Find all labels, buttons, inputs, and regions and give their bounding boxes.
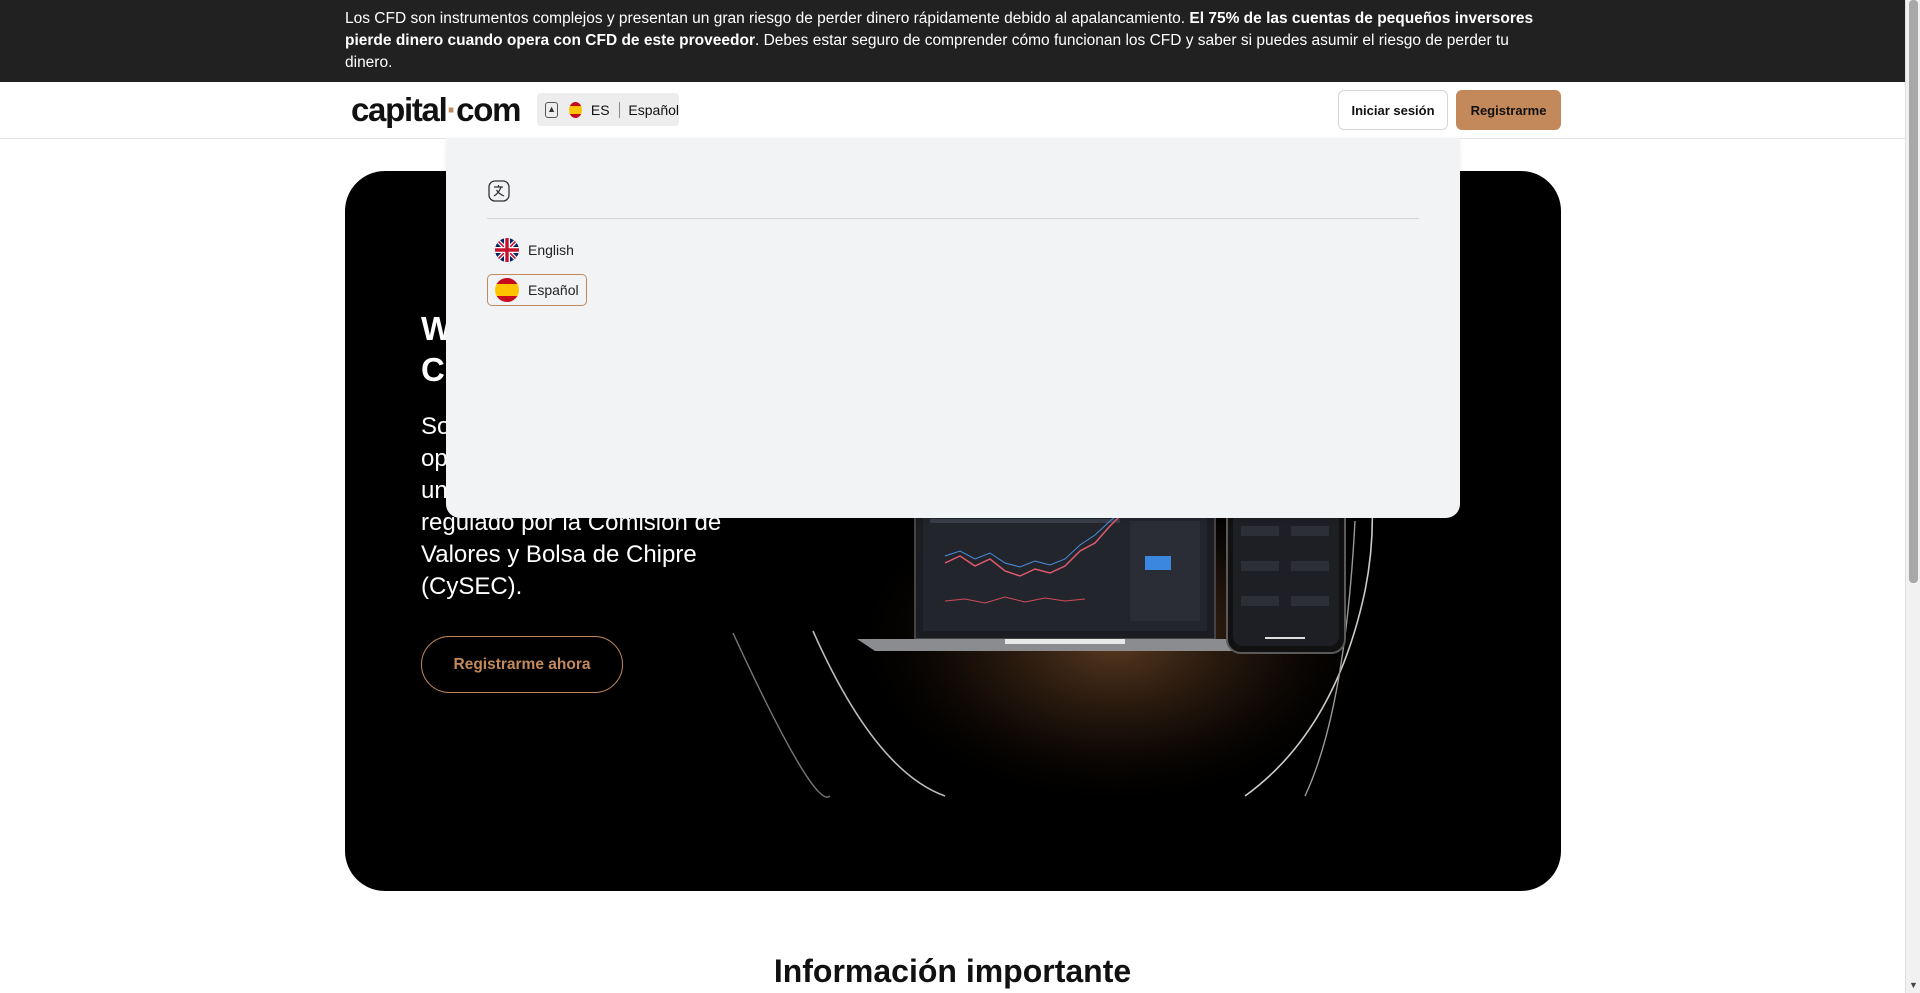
site-header: capital·com ▲ ES Español Iniciar sesión … — [0, 82, 1905, 139]
language-option-label: English — [528, 242, 574, 258]
chevron-up-icon: ▲ — [545, 101, 559, 118]
important-info-title: Información importante — [773, 953, 1132, 989]
uk-flag-icon — [495, 238, 519, 262]
spain-flag-icon — [495, 278, 519, 302]
language-name: Español — [628, 101, 679, 118]
logo-text-com: com — [456, 91, 521, 128]
register-button[interactable]: Registrarme — [1456, 90, 1561, 130]
logo-dot: · — [446, 91, 457, 128]
laptop-mockup — [857, 500, 1275, 651]
translate-icon — [488, 180, 510, 202]
risk-warning-text: Los CFD son instrumentos complejos y pre… — [345, 8, 1560, 74]
scrollbar-thumb[interactable] — [1909, 0, 1918, 583]
language-code: ES — [590, 101, 610, 118]
spain-flag-icon — [569, 101, 582, 118]
arc-line — [732, 632, 831, 798]
login-button[interactable]: Iniciar sesión — [1338, 90, 1448, 130]
language-option-english[interactable]: English — [487, 234, 582, 266]
capital-com-logo[interactable]: capital·com — [351, 88, 521, 132]
language-selector[interactable]: ▲ ES Español — [537, 93, 679, 126]
language-dropdown-panel: English Español — [446, 138, 1460, 518]
logo-text-capital: capital — [351, 91, 448, 128]
page-scrollbar[interactable]: ▼ — [1905, 0, 1920, 993]
language-option-spanish[interactable]: Español — [487, 274, 587, 306]
divider — [618, 101, 620, 118]
language-option-label: Español — [528, 282, 579, 298]
risk-text-part-1: Los CFD son instrumentos complejos y pre… — [345, 10, 1190, 27]
register-now-button[interactable]: Registrarme ahora — [421, 636, 623, 693]
divider — [487, 218, 1419, 219]
scroll-down-arrow-icon[interactable]: ▼ — [1909, 980, 1918, 990]
risk-warning-banner: Los CFD son instrumentos complejos y pre… — [0, 0, 1905, 82]
